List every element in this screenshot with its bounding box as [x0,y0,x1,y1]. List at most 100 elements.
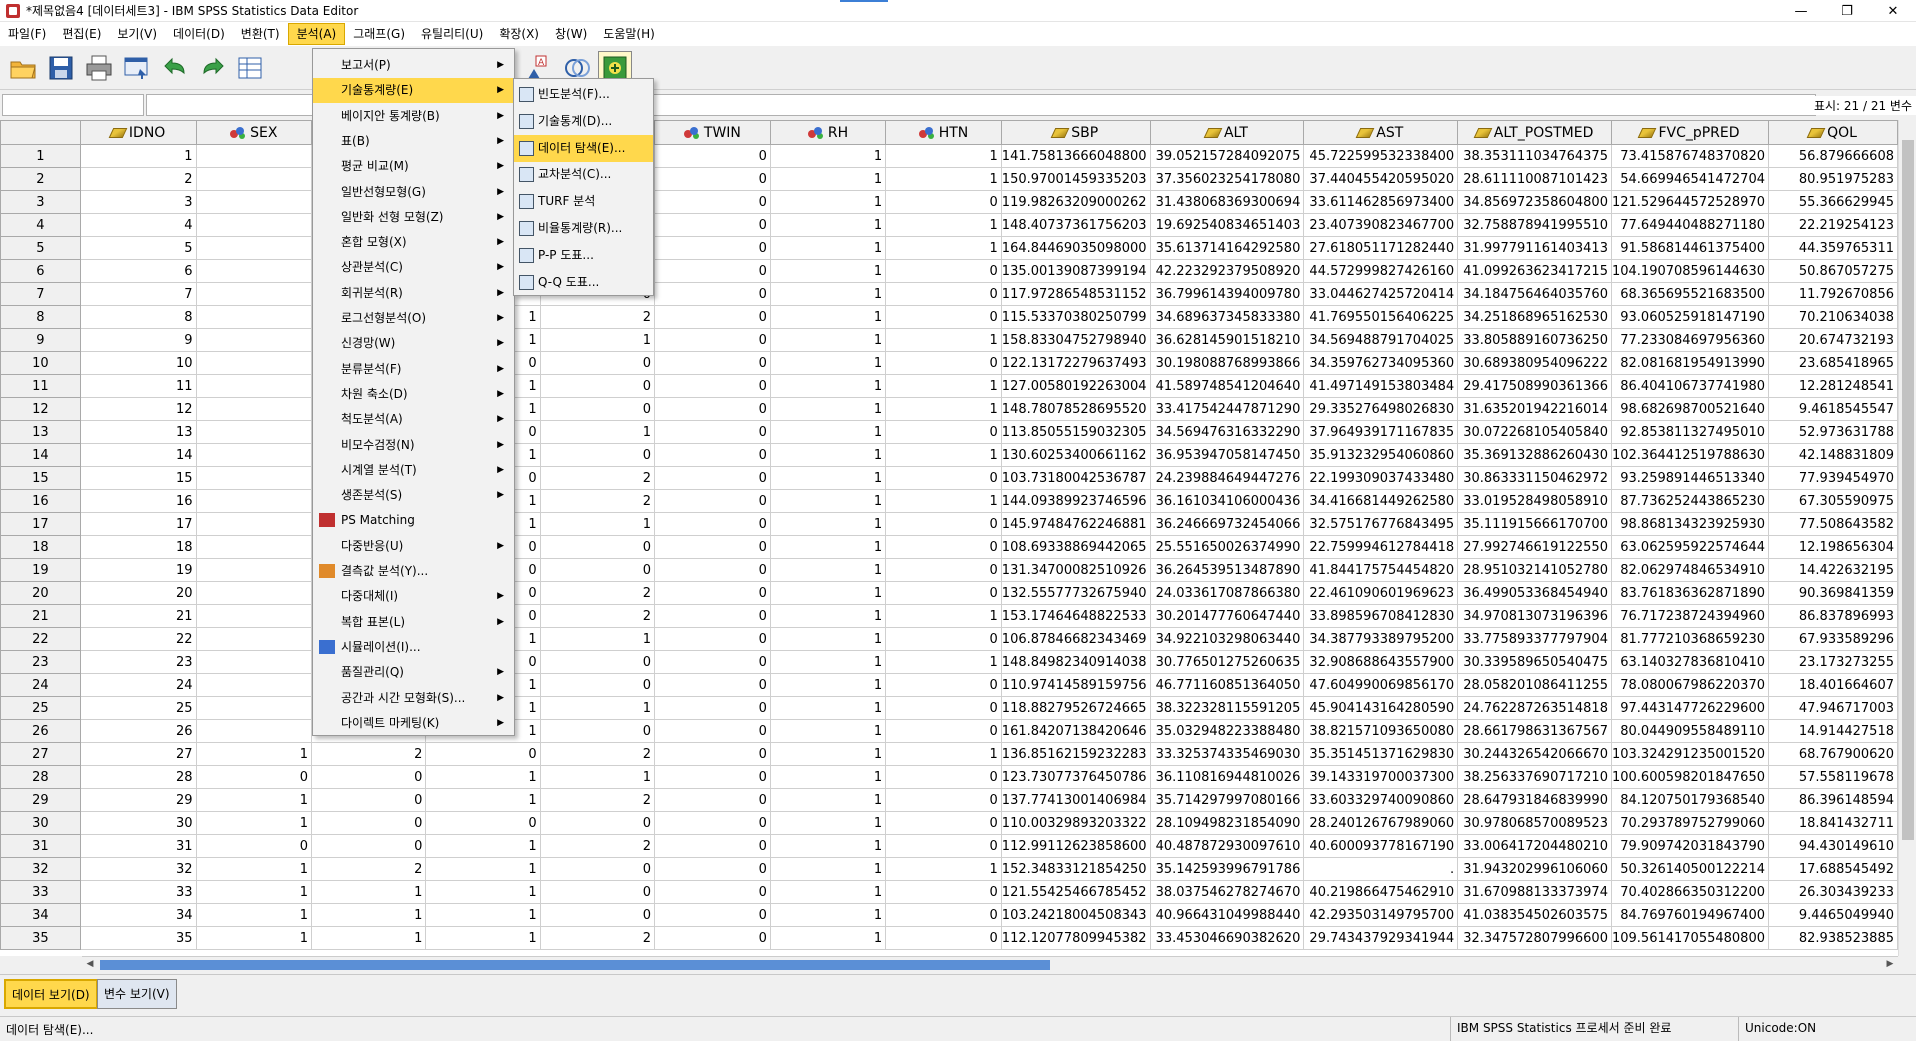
data-cell[interactable]: 81.777210368659230 [1610,627,1770,651]
cell-reference-box[interactable] [2,94,144,116]
close-button[interactable]: ✕ [1870,0,1916,22]
data-cell[interactable]: 67.933589296 [1768,627,1898,651]
data-cell[interactable]: 30.689380954096222 [1457,351,1612,375]
data-cell[interactable]: 0 [311,834,427,858]
data-cell[interactable]: 0 [885,834,1002,858]
analyze-menu-item[interactable]: PS Matching [313,508,514,533]
horizontal-scroll-thumb[interactable] [100,960,1050,970]
data-cell[interactable]: 29.417508990361366 [1457,374,1612,398]
data-cell[interactable]: 1 [425,857,541,881]
scroll-left-icon[interactable]: ◀ [84,959,96,971]
data-cell[interactable]: 11.792670856 [1768,282,1898,306]
data-cell[interactable]: 0 [539,903,655,927]
data-cell[interactable]: 1 [885,374,1002,398]
data-cell[interactable]: 1 [311,880,427,904]
column-header-twin[interactable]: TWIN [653,120,771,145]
data-cell[interactable]: 0 [885,420,1002,444]
descriptive-submenu-item[interactable]: TURF 분석 [514,188,653,215]
data-cell[interactable]: 12.281248541 [1768,374,1898,398]
data-cell[interactable]: 119.98263209000262 [1000,190,1151,214]
data-cell[interactable]: 1 [769,903,887,927]
data-cell[interactable]: 35.613714164292580 [1149,236,1305,260]
data-cell[interactable]: 103.324291235001520 [1610,742,1770,766]
data-cell[interactable]: 0 [653,213,771,237]
data-cell[interactable] [195,558,313,582]
data-cell[interactable]: 1 [769,259,887,283]
data-cell[interactable]: 1 [769,466,887,490]
analyze-menu-item[interactable]: 보고서(P) ▶ [313,53,514,78]
data-cell[interactable]: 1 [195,880,313,904]
data-cell[interactable]: 1 [769,397,887,421]
data-cell[interactable]: 47.946717003 [1768,696,1898,720]
data-cell[interactable]: 26 [79,719,197,743]
analyze-menu-item[interactable]: 상관분석(C) ▶ [313,255,514,280]
analyze-menu-item[interactable]: 평균 비교(M) ▶ [313,154,514,179]
analyze-menu-item[interactable]: 차원 축소(D) ▶ [313,382,514,407]
data-cell[interactable]: 33 [79,880,197,904]
data-cell[interactable]: 1 [769,144,887,168]
data-cell[interactable]: 2 [311,857,427,881]
menu-extensions[interactable]: 확장(X) [491,23,547,45]
descriptive-submenu-item[interactable]: 비율통계량(R)... [514,215,653,242]
analyze-menu-item[interactable]: 일반화 선형 모형(Z) ▶ [313,205,514,230]
data-cell[interactable] [195,535,313,559]
data-cell[interactable]: 57.558119678 [1768,765,1898,789]
data-cell[interactable]: 24.239884649447276 [1149,466,1305,490]
data-cell[interactable]: 35.351451371629830 [1303,742,1459,766]
data-cell[interactable]: 0 [539,857,655,881]
data-cell[interactable]: 0 [653,558,771,582]
data-cell[interactable]: 1 [79,144,197,168]
data-cell[interactable]: 40.966431049988440 [1149,903,1305,927]
data-cell[interactable]: 31.635201942216014 [1457,397,1612,421]
data-cell[interactable]: 14.914427518 [1768,719,1898,743]
data-cell[interactable]: 33.006417204480210 [1457,834,1612,858]
analyze-menu-item[interactable]: 회귀분석(R) ▶ [313,281,514,306]
data-cell[interactable]: 0 [653,742,771,766]
data-cell[interactable]: 0 [653,328,771,352]
data-cell[interactable]: 33.611462856973400 [1303,190,1459,214]
data-cell[interactable] [195,466,313,490]
row-number[interactable]: 19 [0,558,81,582]
data-cell[interactable]: 121.529644572528970 [1610,190,1770,214]
data-cell[interactable] [195,190,313,214]
data-cell[interactable]: 0 [653,144,771,168]
row-number[interactable]: 3 [0,190,81,214]
row-number[interactable]: 22 [0,627,81,651]
data-cell[interactable]: 0 [539,673,655,697]
data-cell[interactable]: 34.970813073196396 [1457,604,1612,628]
data-cell[interactable]: 0 [885,282,1002,306]
data-cell[interactable]: 37.964939171167835 [1303,420,1459,444]
data-cell[interactable]: 0 [885,466,1002,490]
analyze-menu-item[interactable]: 분류분석(F) ▶ [313,357,514,382]
analyze-menu-item[interactable]: 비모수검정(N) ▶ [313,433,514,458]
undo-button[interactable] [158,51,192,85]
data-cell[interactable]: 23.407390823467700 [1303,213,1459,237]
data-cell[interactable]: 0 [539,880,655,904]
row-number[interactable]: 10 [0,351,81,375]
data-cell[interactable]: 106.87846682343469 [1000,627,1151,651]
data-cell[interactable]: 122.13172279637493 [1000,351,1151,375]
data-cell[interactable]: 1 [885,397,1002,421]
data-cell[interactable]: 32.758878941995510 [1457,213,1612,237]
data-cell[interactable]: 0 [885,581,1002,605]
data-cell[interactable]: 0 [653,420,771,444]
data-cell[interactable]: 30.072268105405840 [1457,420,1612,444]
data-cell[interactable]: 20 [79,581,197,605]
descriptive-submenu-item[interactable]: Q-Q 도표... [514,269,653,296]
row-number[interactable]: 9 [0,328,81,352]
data-cell[interactable]: 30.863331150462972 [1457,466,1612,490]
data-cell[interactable]: 23 [79,650,197,674]
data-cell[interactable]: 0 [653,167,771,191]
data-cell[interactable]: 34.416681449262580 [1303,489,1459,513]
data-cell[interactable]: 32 [79,857,197,881]
data-cell[interactable]: 1 [769,167,887,191]
data-cell[interactable]: 23.173273255 [1768,650,1898,674]
data-cell[interactable]: 18.401664607 [1768,673,1898,697]
menu-graphs[interactable]: 그래프(G) [345,23,413,45]
data-cell[interactable]: 1 [885,650,1002,674]
minimize-button[interactable]: — [1778,0,1824,22]
data-cell[interactable]: 98.868134323925930 [1610,512,1770,536]
data-grid[interactable]: IDNO SEX TWIN RH HTN SBP ALT AST ALT_POSTMED FVC_… [0,120,1898,956]
data-cell[interactable]: 0 [539,374,655,398]
data-cell[interactable]: 0 [653,190,771,214]
